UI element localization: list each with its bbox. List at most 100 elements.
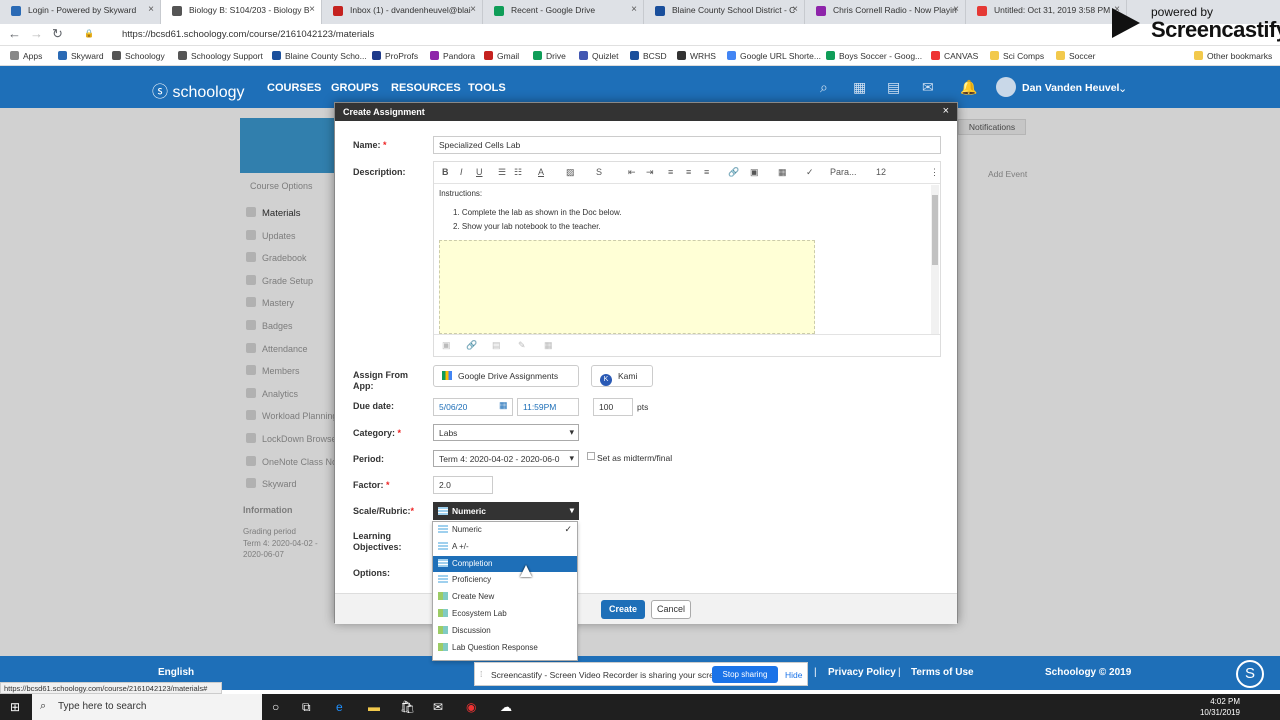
close-tab-icon[interactable]: × (953, 4, 959, 15)
category-select[interactable]: Labs (433, 424, 579, 441)
bookmark-item[interactable]: Quizlet (579, 51, 618, 61)
rich-text-editor[interactable]: B I U ☰ ☷ A ▨ S ⇤ ⇥ ≡ ≡ ≡ 🔗 ▣ ▦ ✓ Para..… (433, 161, 941, 357)
bookmark-item[interactable]: Schoology Support (178, 51, 263, 61)
align-right-icon[interactable]: ≡ (704, 167, 709, 177)
scale-option[interactable]: Lab Question Response (433, 640, 577, 657)
chevron-down-icon[interactable]: ⌄ (1118, 82, 1127, 95)
nav-groups[interactable]: GROUPS (331, 82, 379, 94)
cancel-button[interactable]: Cancel (651, 600, 691, 619)
tool-icon[interactable]: ✎ (518, 340, 526, 351)
bookmark-item[interactable]: Soccer (1056, 51, 1095, 61)
numbered-list-icon[interactable]: ☷ (514, 167, 522, 178)
browser-tab[interactable]: Inbox (1) - dvandenheuvel@blai × (322, 0, 483, 24)
stop-sharing-button[interactable]: Stop sharing (712, 666, 778, 683)
chrome-icon[interactable]: ◉ (466, 700, 476, 714)
hide-button[interactable]: Hide (785, 670, 802, 680)
bookmark-item[interactable]: ProProfs (372, 51, 418, 61)
file-explorer-icon[interactable]: ▬ (368, 700, 380, 714)
scale-option[interactable]: Ecosystem Lab (433, 606, 577, 623)
app-icon[interactable]: ☁ (500, 700, 512, 714)
bookmark-item[interactable]: Skyward (58, 51, 104, 61)
bullet-list-icon[interactable]: ☰ (498, 167, 506, 178)
google-drive-assignments-button[interactable]: Google Drive Assignments (433, 365, 579, 387)
store-icon[interactable]: 🛍 (400, 700, 415, 714)
close-tab-icon[interactable]: × (309, 4, 315, 15)
nav-tools[interactable]: TOOLS (468, 82, 506, 94)
strikethrough-icon[interactable]: S (596, 167, 602, 177)
indent-icon[interactable]: ⇥ (646, 167, 654, 178)
edge-icon[interactable]: e (336, 700, 343, 714)
image-icon[interactable]: ▣ (750, 167, 759, 178)
reload-icon[interactable]: ↻ (52, 26, 63, 42)
attach-link-icon[interactable]: 🔗 (466, 340, 477, 351)
create-button[interactable]: Create (601, 600, 645, 619)
bookmark-item[interactable]: BCSD (630, 51, 667, 61)
bookmark-item[interactable]: Pandora (430, 51, 475, 61)
font-size-select[interactable]: 12 (876, 167, 886, 177)
close-tab-icon[interactable]: × (631, 4, 637, 15)
browser-tab[interactable]: Blaine County School District - C × (644, 0, 805, 24)
bookmark-item[interactable]: Drive (533, 51, 566, 61)
nav-courses[interactable]: COURSES (267, 82, 321, 94)
more-icon[interactable]: ⋮ (930, 167, 939, 178)
scale-rubric-select[interactable]: Numeric (433, 502, 579, 520)
editor-scrollbar[interactable] (931, 185, 939, 335)
table-icon[interactable]: ▦ (778, 167, 787, 178)
scale-option[interactable]: Create New (433, 589, 577, 606)
privacy-link[interactable]: Privacy Policy (828, 667, 896, 678)
embed-icon[interactable]: ▣ (442, 340, 451, 351)
mail-icon[interactable]: ✉ (922, 79, 934, 96)
midterm-checkbox[interactable] (587, 452, 595, 460)
calendar-icon[interactable]: ▦ (499, 400, 508, 411)
editor-content[interactable]: Instructions: 1. Complete the lab as sho… (439, 189, 929, 231)
task-view-icon[interactable]: ⧉ (302, 700, 311, 715)
resource-icon[interactable]: ▦ (544, 340, 553, 351)
bookmark-item[interactable]: CANVAS (931, 51, 978, 61)
scale-option[interactable]: Completion (433, 555, 577, 573)
font-color-icon[interactable]: A (538, 167, 544, 177)
close-tab-icon[interactable]: × (148, 4, 154, 15)
italic-icon[interactable]: I (460, 167, 463, 177)
highlight-icon[interactable]: ▨ (566, 167, 575, 178)
avatar[interactable] (996, 77, 1016, 97)
search-icon[interactable]: ⌕ (820, 79, 828, 96)
bold-icon[interactable]: B (442, 167, 449, 177)
language-link[interactable]: English (158, 667, 194, 678)
align-center-icon[interactable]: ≡ (686, 167, 691, 177)
points-input[interactable]: 100 (593, 398, 633, 416)
user-menu[interactable]: Dan Vanden Heuvel (1022, 82, 1119, 94)
close-icon[interactable]: × (943, 105, 949, 117)
apps-grid-icon[interactable]: ▦ (853, 79, 866, 96)
bookmark-item[interactable]: Boys Soccer - Goog... (826, 51, 922, 61)
windows-start-icon[interactable]: ⊞ (10, 700, 20, 714)
back-icon[interactable]: ← (8, 26, 21, 41)
other-bookmarks[interactable]: Other bookmarks (1194, 51, 1272, 61)
bookmark-item[interactable]: Apps (10, 51, 42, 61)
factor-input[interactable]: 2.0 (433, 476, 493, 494)
scale-option[interactable]: Numeric ✓ (433, 522, 577, 539)
browser-tab[interactable]: Chris Cornell Radio - Now Playin × (805, 0, 966, 24)
terms-link[interactable]: Terms of Use (911, 667, 974, 678)
underline-icon[interactable]: U (476, 167, 483, 177)
link-icon[interactable]: 🔗 (728, 167, 739, 178)
system-clock[interactable]: 4:02 PM 10/31/2019 (1200, 696, 1240, 718)
cortana-icon[interactable]: ○ (272, 700, 279, 714)
schoology-logo[interactable]: ⓢ schoology (152, 78, 245, 102)
close-tab-icon[interactable]: × (792, 4, 798, 15)
scale-option[interactable]: Discussion (433, 623, 577, 640)
bookmark-item[interactable]: Google URL Shorte... (727, 51, 821, 61)
browser-tab[interactable]: Untitled: Oct 31, 2019 3:58 PM - × (966, 0, 1127, 24)
outdent-icon[interactable]: ⇤ (628, 167, 636, 178)
nav-resources[interactable]: RESOURCES (391, 82, 461, 94)
spellcheck-icon[interactable]: ✓ (806, 167, 814, 178)
embedded-document[interactable] (439, 240, 815, 334)
due-time-input[interactable]: 11:59PM (517, 398, 579, 416)
paragraph-select[interactable]: Para... (830, 167, 857, 177)
bookmark-item[interactable]: Sci Comps (990, 51, 1044, 61)
url-field[interactable]: https://bcsd61.schoology.com/course/2161… (84, 27, 1084, 43)
file-icon[interactable]: ▤ (492, 340, 501, 351)
browser-tab[interactable]: Recent - Google Drive × (483, 0, 644, 24)
close-tab-icon[interactable]: × (470, 4, 476, 15)
scale-option[interactable]: Proficiency (433, 572, 577, 589)
name-input[interactable]: Specialized Cells Lab (433, 136, 941, 154)
